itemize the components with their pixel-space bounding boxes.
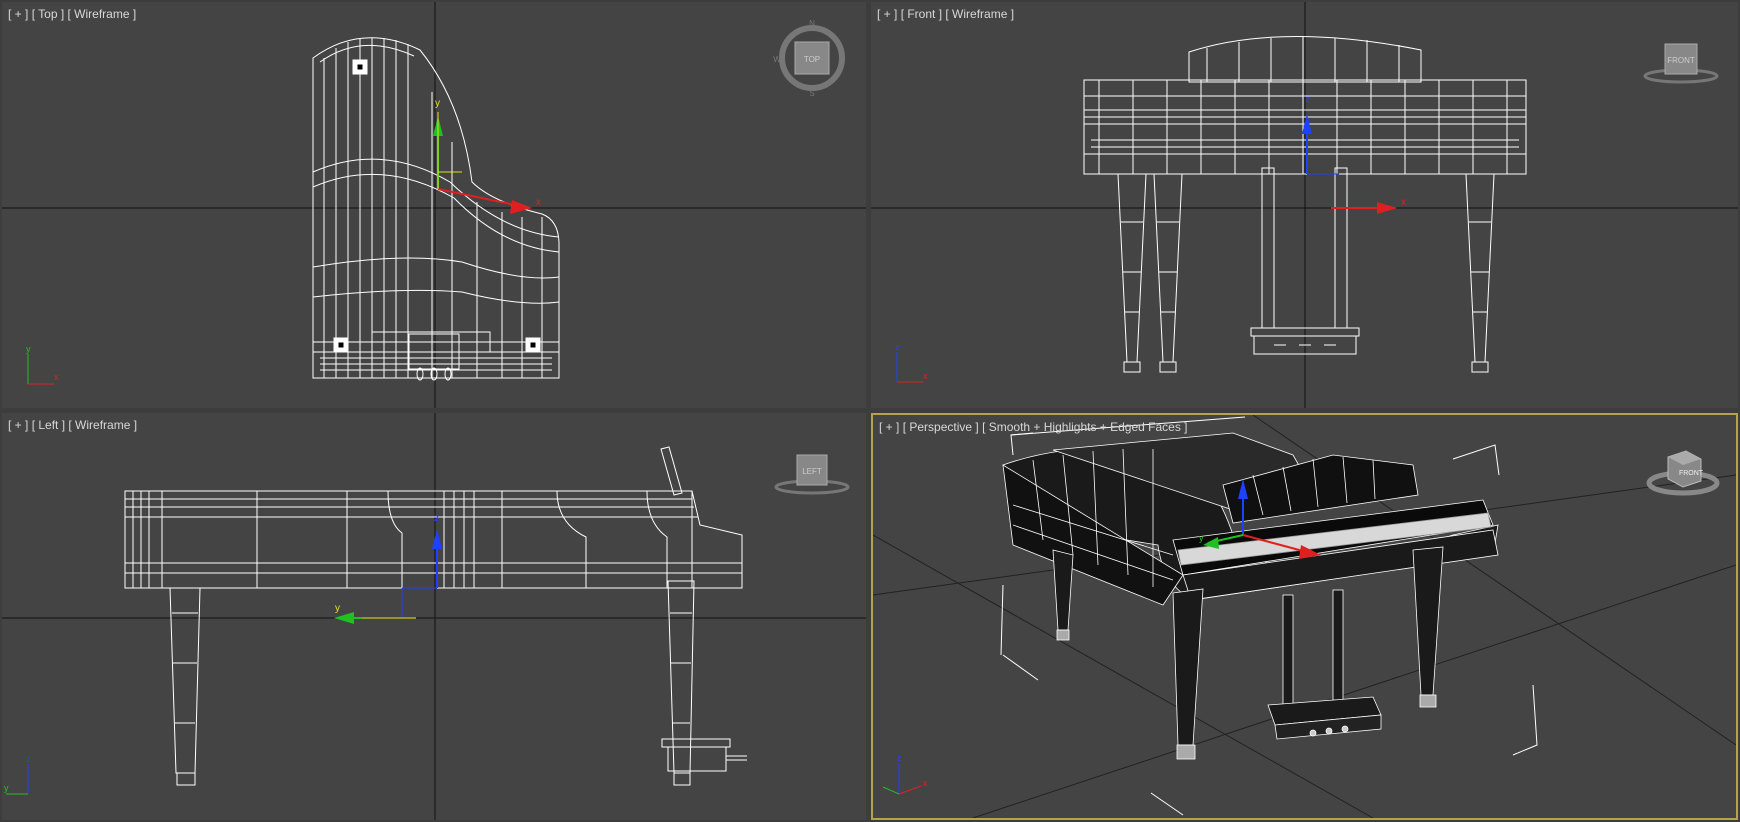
viewport-front[interactable]: [ + ] [ Front ] [ Wireframe ] z x z x FR…: [871, 2, 1738, 408]
svg-text:y: y: [4, 783, 9, 793]
view-type-button[interactable]: [ Left ]: [32, 418, 65, 432]
svg-text:TOP: TOP: [804, 55, 820, 64]
axis-tripod: z x: [895, 342, 928, 383]
svg-text:N: N: [809, 19, 815, 28]
top-scene: y x y x TOP N W S: [2, 2, 866, 408]
left-scene: z y z y LEFT: [2, 413, 866, 820]
transform-gizmo: y x: [433, 98, 541, 214]
viewport-menu-button[interactable]: [ + ]: [8, 7, 28, 21]
perspective-scene: y z x FRONT: [873, 415, 1736, 818]
svg-text:x: x: [923, 371, 928, 381]
svg-text:y: y: [26, 344, 31, 354]
view-type-button[interactable]: [ Front ]: [901, 7, 942, 21]
svg-text:x: x: [1401, 197, 1406, 208]
viewcube[interactable]: TOP N W S: [773, 19, 845, 98]
axis-tripod: y x: [26, 344, 59, 385]
viewport-menu-button[interactable]: [ + ]: [879, 420, 899, 434]
svg-text:FRONT: FRONT: [1667, 56, 1695, 65]
svg-text:z: z: [434, 513, 439, 524]
axis-tripod: z y: [4, 754, 31, 795]
svg-text:z: z: [26, 754, 31, 764]
svg-text:LEFT: LEFT: [802, 467, 822, 476]
viewport-label: [ + ] [ Front ] [ Wireframe ]: [877, 7, 1014, 21]
svg-text:x: x: [536, 197, 541, 208]
svg-text:z: z: [895, 342, 900, 352]
front-scene: z x z x FRONT: [871, 2, 1738, 408]
viewport-menu-button[interactable]: [ + ]: [877, 7, 897, 21]
svg-text:y: y: [335, 603, 340, 614]
svg-text:FRONT: FRONT: [1679, 470, 1704, 477]
viewcube[interactable]: FRONT: [1646, 450, 1720, 496]
svg-text:y: y: [435, 98, 440, 109]
viewport-top[interactable]: [ + ] [ Top ] [ Wireframe ] y x y x TOP …: [2, 2, 866, 408]
view-type-button[interactable]: [ Top ]: [32, 7, 64, 21]
svg-text:z: z: [1305, 94, 1310, 105]
viewport-left[interactable]: [ + ] [ Left ] [ Wireframe ] z y z y LEF…: [2, 413, 866, 820]
svg-text:W: W: [773, 55, 781, 64]
viewport-label: [ + ] [ Left ] [ Wireframe ]: [8, 418, 137, 432]
shading-mode-button[interactable]: [ Wireframe ]: [945, 7, 1014, 21]
svg-text:y: y: [1199, 533, 1204, 543]
svg-text:S: S: [809, 89, 814, 98]
view-type-button[interactable]: [ Perspective ]: [903, 420, 979, 434]
transform-gizmo: z y: [334, 513, 442, 624]
shading-mode-button[interactable]: [ Smooth + Highlights + Edged Faces ]: [982, 420, 1187, 434]
svg-text:x: x: [923, 778, 928, 788]
shading-mode-button[interactable]: [ Wireframe ]: [68, 7, 137, 21]
svg-text:z: z: [897, 753, 902, 763]
piano-model: [1002, 432, 1499, 760]
viewport-perspective[interactable]: [ + ] [ Perspective ] [ Smooth + Highlig…: [871, 413, 1738, 820]
piano-wireframe: [124, 446, 747, 786]
viewcube[interactable]: LEFT: [774, 454, 850, 495]
svg-text:x: x: [54, 372, 59, 382]
viewport-label: [ + ] [ Top ] [ Wireframe ]: [8, 7, 136, 21]
viewcube[interactable]: FRONT: [1643, 43, 1719, 84]
shading-mode-button[interactable]: [ Wireframe ]: [68, 418, 137, 432]
viewport-menu-button[interactable]: [ + ]: [8, 418, 28, 432]
axis-tripod: z x: [882, 753, 928, 795]
viewport-label: [ + ] [ Perspective ] [ Smooth + Highlig…: [879, 420, 1188, 434]
